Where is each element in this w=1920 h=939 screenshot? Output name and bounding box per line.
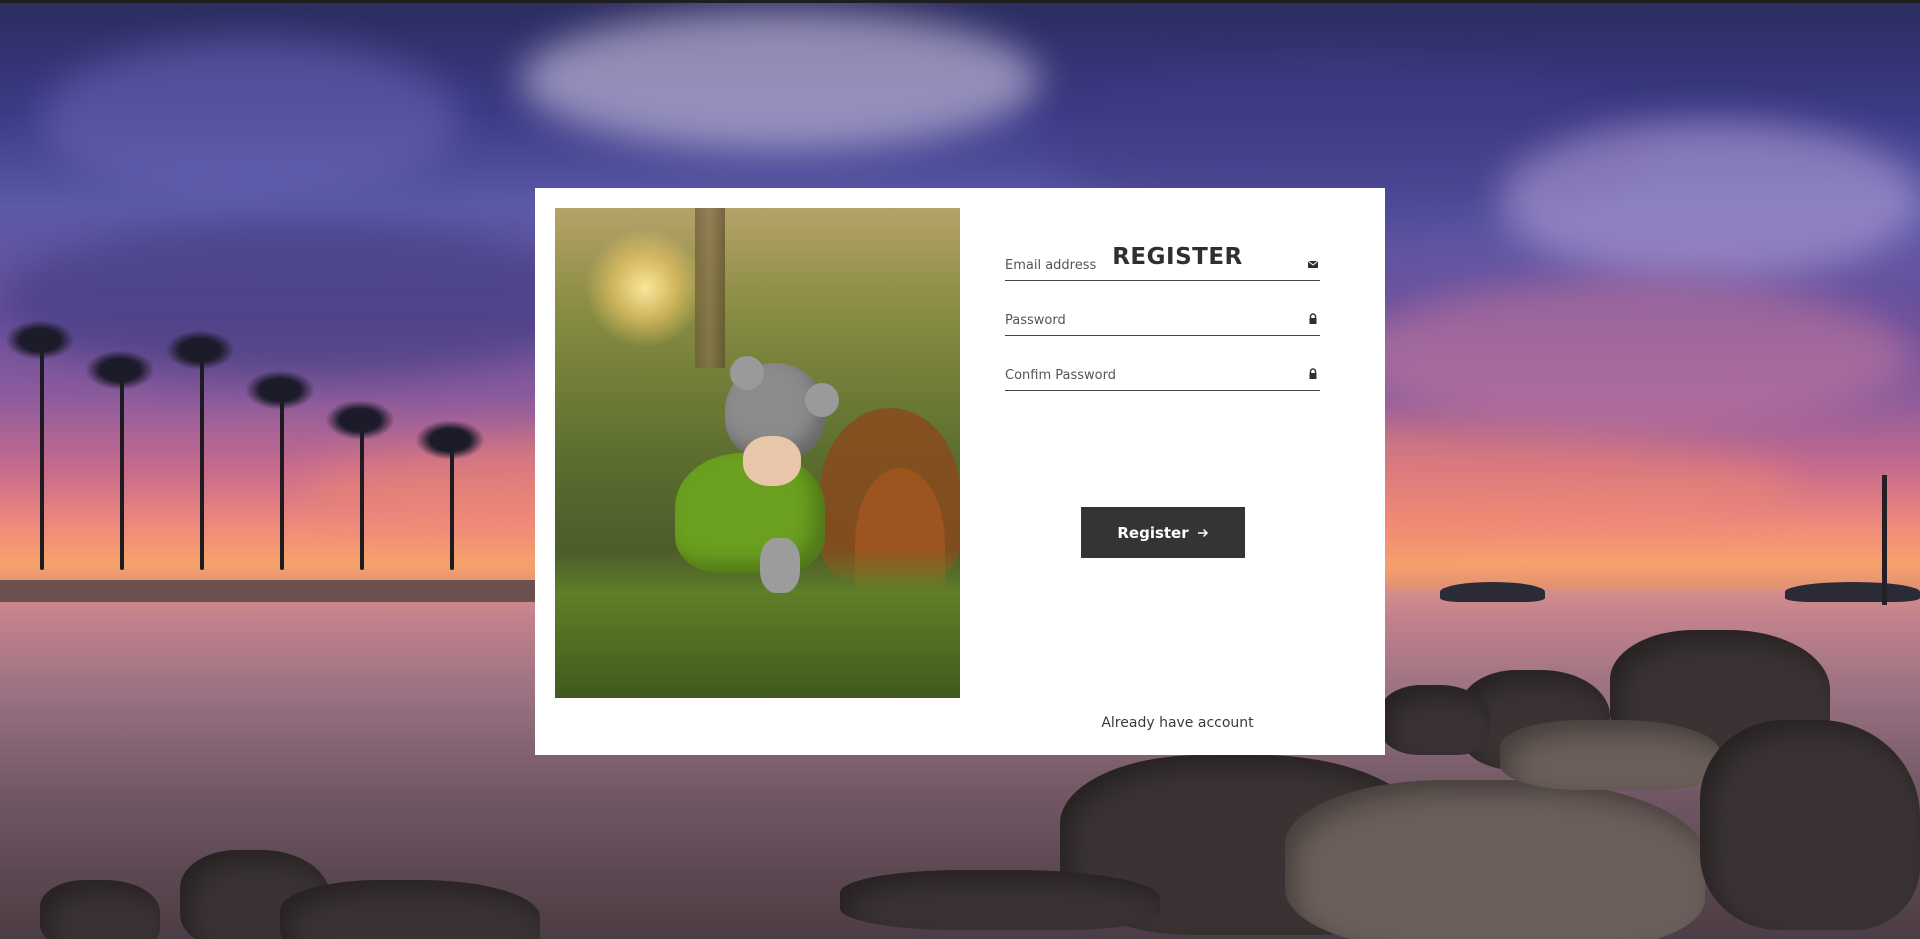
rock xyxy=(840,870,1160,930)
palm-leaves xyxy=(245,370,315,410)
palm-trunk xyxy=(120,370,124,570)
email-placeholder: Email address xyxy=(1005,258,1097,273)
tree-trunk xyxy=(695,208,725,368)
register-button-label: Register xyxy=(1117,523,1189,542)
palm-leaves xyxy=(165,330,235,370)
palm-leaves xyxy=(85,350,155,390)
cloud xyxy=(1500,120,1920,280)
email-field[interactable]: Email address xyxy=(1005,252,1320,281)
envelope-icon xyxy=(1307,260,1319,268)
palm-leaves xyxy=(325,400,395,440)
sunlight xyxy=(585,228,705,348)
password-field[interactable]: Password xyxy=(1005,307,1320,336)
confirm-password-field[interactable]: Confim Password xyxy=(1005,362,1320,391)
child-mitten xyxy=(760,538,800,593)
arrow-right-icon xyxy=(1197,528,1208,537)
shoreline xyxy=(0,580,540,602)
cloud xyxy=(40,40,460,200)
rock xyxy=(280,880,540,939)
palm-leaves xyxy=(415,420,485,460)
password-placeholder: Password xyxy=(1005,313,1066,328)
cloud xyxy=(520,10,1040,150)
login-link[interactable]: Already have account xyxy=(975,715,1380,731)
cloud xyxy=(0,220,600,380)
rock xyxy=(1380,685,1490,755)
island xyxy=(1440,582,1545,602)
palm-leaves xyxy=(5,320,75,360)
rock xyxy=(1285,780,1705,939)
palm-trunk xyxy=(360,420,364,570)
rock xyxy=(1500,720,1720,790)
register-card: REGISTER Email address Password Confim P… xyxy=(535,188,1385,755)
cloud xyxy=(1350,280,1910,430)
child-face xyxy=(743,436,801,486)
palm-trunk xyxy=(40,340,44,570)
palm-trunk xyxy=(200,350,204,570)
top-bar xyxy=(0,0,1920,3)
island xyxy=(1785,582,1920,602)
hat-pompom xyxy=(730,356,764,390)
lock-icon xyxy=(1309,368,1317,379)
confirm-password-placeholder: Confim Password xyxy=(1005,368,1116,383)
lock-icon xyxy=(1309,313,1317,324)
rock xyxy=(40,880,160,939)
register-button[interactable]: Register xyxy=(1081,507,1245,558)
hat-pompom xyxy=(805,383,839,417)
child-photo xyxy=(555,208,960,698)
pole xyxy=(1882,475,1887,605)
palm-trunk xyxy=(280,390,284,570)
rock xyxy=(1700,720,1920,930)
